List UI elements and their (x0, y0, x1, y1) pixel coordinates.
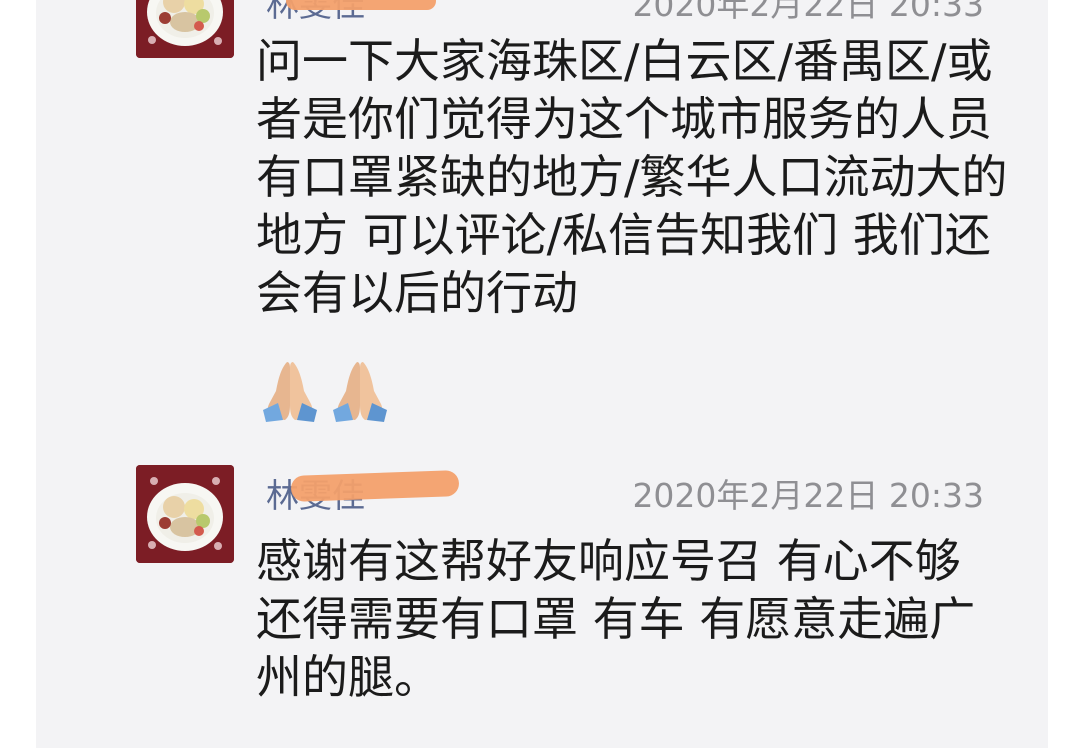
comment-item: 林雯佳 2020年2月22日 20:33 感谢有这帮好友响应号召 有心不够 还得… (36, 455, 1048, 748)
avatar-food-plate-icon (136, 0, 234, 58)
message-text: 感谢有这帮好友响应号召 有心不够 还得需要有口罩 有车 有愿意走遍广州的腿。 (256, 534, 976, 704)
redaction-mark (286, 0, 436, 10)
comment-item: 林雯佳 2020年2月22日 20:33 问一下大家海珠区/白云区/番禺区/或者… (36, 0, 1048, 440)
avatar-food-plate-icon (136, 465, 234, 563)
timestamp: 2020年2月22日 20:33 (632, 476, 984, 515)
emoji-row (256, 356, 394, 424)
redaction-mark (290, 470, 460, 502)
comment-thread: 林雯佳 2020年2月22日 20:33 问一下大家海珠区/白云区/番禺区/或者… (36, 0, 1048, 748)
avatar[interactable] (136, 465, 234, 563)
message-text: 问一下大家海珠区/白云区/番禺区/或者是你们觉得为这个城市服务的人员有口罩紧缺的… (256, 34, 1008, 320)
folded-hands-icon (263, 362, 317, 422)
timestamp: 2020年2月22日 20:33 (632, 0, 984, 24)
folded-hands-icon (333, 362, 387, 422)
avatar[interactable] (136, 0, 234, 58)
